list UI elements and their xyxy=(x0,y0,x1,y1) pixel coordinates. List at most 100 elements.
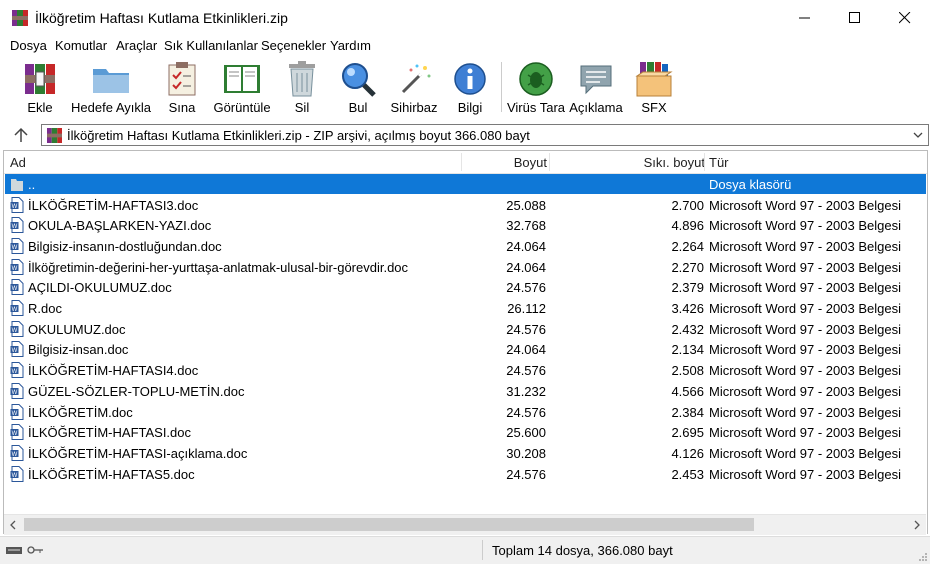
delete-button[interactable]: Sil xyxy=(282,59,322,119)
view-button[interactable]: Görüntüle xyxy=(212,59,272,119)
delete-label: Sil xyxy=(294,100,310,115)
file-row[interactable]: W AÇILDI-OKULUMUZ.doc 24.576 2.379 Microsoft… xyxy=(5,277,926,297)
window-title: İlköğretim Haftası Kutlama Etkinlikleri.… xyxy=(35,10,288,26)
menu-komutlar[interactable]: Komutlar xyxy=(55,38,107,53)
folder-extract-icon xyxy=(93,69,129,93)
drive-key-icon xyxy=(6,546,43,554)
horizontal-scrollbar[interactable] xyxy=(4,514,926,535)
info-button[interactable]: Bilgi xyxy=(450,59,490,119)
svg-text:W: W xyxy=(12,307,18,313)
virus-scan-icon xyxy=(519,62,553,96)
extract-to-button[interactable]: Hedefe Ayıkla xyxy=(70,59,152,119)
file-size: 30.208 xyxy=(506,445,546,461)
svg-text:W: W xyxy=(12,245,18,251)
menu-araclar[interactable]: Araçlar xyxy=(116,38,157,53)
sfx-label: SFX xyxy=(641,100,667,115)
svg-text:W: W xyxy=(12,369,18,375)
menu-bar: Dosya Komutlar Araçlar Sık Kullanılanlar… xyxy=(0,36,930,56)
file-name: İLKÖĞRETİM-HAFTASI3.doc xyxy=(28,197,199,213)
chevron-left-icon xyxy=(10,520,16,530)
file-row[interactable]: W Bilgisiz-insan.doc 24.064 2.134 Microsoft … xyxy=(5,339,926,359)
file-row[interactable]: W İLKÖĞRETİM-HAFTASI3.doc 25.088 2.700 Micro… xyxy=(5,195,926,215)
minimize-button[interactable] xyxy=(780,0,830,36)
file-type: Microsoft Word 97 - 2003 Belgesi xyxy=(709,238,901,254)
scroll-thumb[interactable] xyxy=(24,518,754,531)
book-view-icon xyxy=(224,65,260,93)
file-row[interactable]: W İLKÖĞRETİM-HAFTASI-açıklama.doc 30.208 4.… xyxy=(5,443,926,463)
word-document-icon: W xyxy=(10,465,24,482)
file-row[interactable]: W İLKÖĞRETİM-HAFTASI.doc 25.600 2.695 Micros… xyxy=(5,422,926,442)
close-button[interactable] xyxy=(880,0,930,36)
file-name: İlköğretimin-değerini-her-yurttaşa-anlat… xyxy=(28,259,409,275)
file-type: Microsoft Word 97 - 2003 Belgesi xyxy=(709,280,901,296)
wizard-button[interactable]: Sihirbaz xyxy=(388,59,440,119)
file-type: Microsoft Word 97 - 2003 Belgesi xyxy=(709,342,901,358)
word-document-icon: W xyxy=(10,341,24,358)
file-row[interactable]: W GÜZEL-SÖZLER-TOPLU-METİN.doc 31.232 4.566… xyxy=(5,381,926,401)
file-type: Microsoft Word 97 - 2003 Belgesi xyxy=(709,321,901,337)
maximize-icon xyxy=(849,12,860,23)
word-document-icon: W xyxy=(10,258,24,275)
find-button[interactable]: Bul xyxy=(338,59,378,119)
file-row[interactable]: W R.doc 26.112 3.426 Microsoft Word 97 - 200… xyxy=(5,298,926,318)
comment-button[interactable]: Açıklama xyxy=(568,59,624,119)
column-divider[interactable] xyxy=(549,153,550,171)
path-combobox[interactable]: İlköğretim Haftası Kutlama Etkinlikleri.… xyxy=(41,124,929,146)
file-size: 24.576 xyxy=(506,466,546,482)
file-row[interactable]: W İlköğretimin-değerini-her-yurttaşa-anla… xyxy=(5,257,926,277)
file-row[interactable]: W Bilgisiz-insanın-dostluğundan.doc 24.064… xyxy=(5,236,926,256)
resize-grip-icon[interactable] xyxy=(918,552,928,562)
file-row[interactable]: W İLKÖĞRETİM.doc 24.576 2.384 Microsoft Word… xyxy=(5,402,926,422)
file-name: OKULUMUZ.doc xyxy=(28,321,126,337)
books-add-icon xyxy=(25,64,55,94)
column-header-name[interactable]: Ad xyxy=(10,155,26,170)
word-document-icon: W xyxy=(10,217,24,234)
chevron-right-icon xyxy=(914,520,920,530)
svg-text:W: W xyxy=(12,327,18,333)
add-button[interactable]: Ekle xyxy=(20,59,60,119)
file-packed-size: 4.896 xyxy=(671,218,704,234)
test-label: Sına xyxy=(168,100,196,115)
up-arrow-icon[interactable] xyxy=(12,126,30,144)
file-row[interactable]: W İLKÖĞRETİM-HAFTASI4.doc 24.576 2.508 Micro… xyxy=(5,360,926,380)
file-name: R.doc xyxy=(28,301,62,316)
file-row[interactable]: W İLKÖĞRETİM-HAFTAS5.doc 24.576 2.453 Micros… xyxy=(5,464,926,484)
status-divider xyxy=(482,540,483,560)
virus-scan-label: Virüs Tara xyxy=(506,100,566,115)
menu-secenekler[interactable]: Seçenekler xyxy=(261,38,326,53)
file-type: Microsoft Word 97 - 2003 Belgesi xyxy=(709,445,901,461)
column-header-size[interactable]: Boyut xyxy=(514,155,547,170)
file-size: 24.576 xyxy=(506,404,546,420)
svg-text:W: W xyxy=(12,203,18,209)
address-bar: İlköğretim Haftası Kutlama Etkinlikleri.… xyxy=(0,121,930,149)
file-name: İLKÖĞRETİM.doc xyxy=(28,404,133,420)
word-document-icon: W xyxy=(10,382,24,399)
column-header-type[interactable]: Tür xyxy=(709,155,729,170)
svg-text:W: W xyxy=(12,224,18,230)
file-size: 24.064 xyxy=(506,342,546,358)
file-name: İLKÖĞRETİM-HAFTASI.doc xyxy=(28,425,192,441)
menu-dosya[interactable]: Dosya xyxy=(10,38,47,53)
sfx-button[interactable]: SFX xyxy=(632,59,676,119)
magnifier-icon xyxy=(342,63,376,97)
file-row[interactable]: W OKULA-BAŞLARKEN-YAZI.doc 32.768 4.896 Micr… xyxy=(5,215,926,235)
file-name: İLKÖĞRETİM-HAFTASI-açıklama.doc xyxy=(28,445,248,461)
sfx-box-icon xyxy=(635,62,673,97)
file-packed-size: 2.270 xyxy=(671,259,704,275)
extract-to-label: Hedefe Ayıkla xyxy=(71,100,151,115)
scroll-right-button[interactable] xyxy=(908,515,926,535)
menu-yardim[interactable]: Yardım xyxy=(330,38,371,53)
file-type: Microsoft Word 97 - 2003 Belgesi xyxy=(709,425,901,441)
chevron-down-icon[interactable] xyxy=(912,128,924,142)
menu-sik-kullanilanlar[interactable]: Sık Kullanılanlar xyxy=(164,38,258,53)
parent-folder-row[interactable]: .. Dosya klasörü xyxy=(5,174,926,194)
test-button[interactable]: Sına xyxy=(162,59,202,119)
column-divider[interactable] xyxy=(704,153,705,171)
column-header-packed[interactable]: Sıkı. boyut xyxy=(644,155,705,170)
scroll-left-button[interactable] xyxy=(4,515,22,535)
column-divider[interactable] xyxy=(461,153,462,171)
virus-scan-button[interactable]: Virüs Tara xyxy=(507,59,565,119)
file-row[interactable]: W OKULUMUZ.doc 24.576 2.432 Microsoft Word 9… xyxy=(5,319,926,339)
maximize-button[interactable] xyxy=(830,0,880,36)
status-bar: Toplam 14 dosya, 366.080 bayt xyxy=(0,536,930,564)
